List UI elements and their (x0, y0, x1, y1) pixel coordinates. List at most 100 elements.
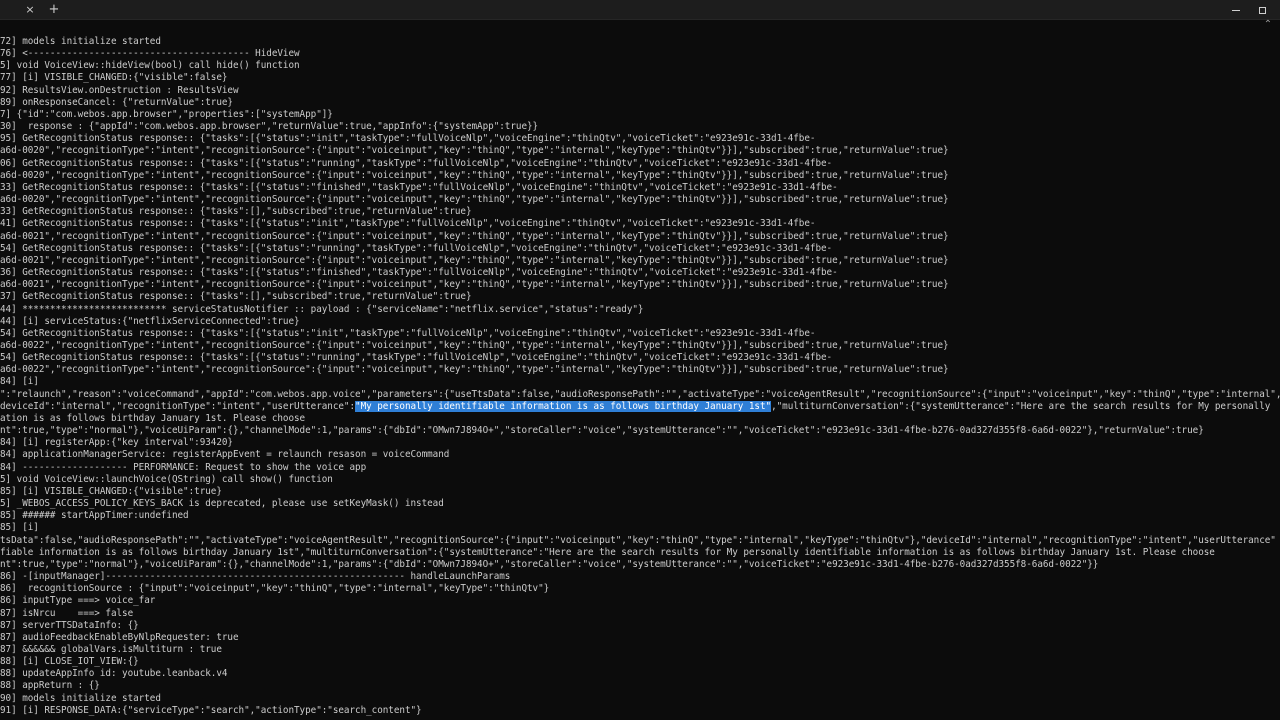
log-line-text: 90] models initialize started (0, 692, 161, 704)
log-line: a6d-0020","recognitionType":"intent","re… (0, 145, 949, 157)
log-line-text: 84] ------------------- PERFORMANCE: Req… (0, 461, 367, 473)
log-line-text: 85] ###### startAppTimer:undefined (0, 510, 189, 522)
log-line-text: ation is as follows birthday January 1st… (0, 412, 306, 424)
log-line-text: 37] GetRecognitionStatus response:: {"ta… (0, 291, 472, 303)
log-line-text: deviceId":"internal","recognitionType":"… (0, 400, 356, 412)
log-line: 37] GetRecognitionStatus response:: {"ta… (0, 291, 472, 303)
log-line: 84] [i] (0, 376, 39, 388)
log-line: 5] void VoiceView::hideView(bool) call h… (0, 60, 300, 72)
new-tab-plus-icon[interactable]: + (46, 0, 62, 20)
log-line-text: 89] onResponseCancel: {"returnValue":tru… (0, 96, 233, 108)
log-line: 44] ************************** serviceSt… (0, 303, 644, 316)
log-line-text: 88] updateAppInfo id: youtube.leanback.v… (0, 668, 228, 680)
log-line: 41] GetRecognitionStatus response:: {"ta… (0, 218, 816, 230)
log-line: 5] void VoiceView::launchVoice(QString) … (0, 474, 333, 486)
log-line-text-after: ,"multiturnConversation":{"systemUtteran… (771, 400, 1271, 412)
log-line-text: 77] [i] VISIBLE_CHANGED:{"visible":false… (0, 72, 228, 84)
log-line: 95] GetRecognitionStatus response:: {"ta… (0, 133, 816, 145)
log-line: a6d-0021","recognitionType":"intent","re… (0, 255, 949, 267)
tab-close-icon[interactable]: × (22, 0, 38, 20)
log-line: 88] updateAppInfo id: youtube.leanback.v… (0, 668, 227, 680)
log-line: 85] [i] (0, 522, 39, 534)
log-line: 77] [i] VISIBLE_CHANGED:{"visible":false… (0, 72, 227, 84)
log-line-text: 95] GetRecognitionStatus response:: {"ta… (0, 133, 816, 145)
log-line: 72] models initialize started (0, 36, 161, 48)
log-line-text: 06] GetRecognitionStatus response:: {"ta… (0, 157, 833, 169)
terminal-output[interactable]: 72] models initialize started 76] <------… (0, 36, 1280, 720)
log-line-text: 5] void VoiceView::launchVoice(QString) … (0, 473, 333, 485)
log-line: a6d-0022","recognitionType":"intent","re… (0, 364, 949, 376)
log-line-text: 76] <-----------------------------------… (0, 48, 300, 60)
log-line-text: 30] response : {"appId":"com.webos.app.b… (0, 121, 539, 133)
log-line: 86] inputType ===> voice_far (0, 595, 155, 607)
log-line: 84] applicationManagerService: registerA… (0, 449, 449, 461)
log-line: 7] {"id":"com.webos.app.browser","proper… (0, 109, 333, 121)
log-line-text: a6d-0022","recognitionType":"intent","re… (0, 340, 949, 351)
log-line-text: a6d-0021","recognitionType":"intent","re… (0, 279, 949, 291)
log-line-text: 7] {"id":"com.webos.app.browser","proper… (0, 108, 333, 120)
log-line-text: 87] isNrcu ===> false (0, 607, 134, 619)
log-line-text: 33] GetRecognitionStatus response:: {"ta… (0, 181, 838, 193)
log-line-text: 72] models initialize started (0, 36, 161, 47)
log-line-text: tsData":false,"audioResponsePath":"","ac… (0, 534, 1276, 546)
log-line-text: 87] &&&&&& globalVars.isMultiturn : true (0, 644, 222, 655)
log-line-text: ":"relaunch","reason":"voiceCommand","ap… (0, 388, 1280, 400)
log-line-text: a6d-0020","recognitionType":"intent","re… (0, 194, 949, 206)
log-line-text: 85] [i] VISIBLE_CHANGED:{"visible":true} (0, 485, 222, 497)
log-line-text: a6d-0020","recognitionType":"intent","re… (0, 169, 949, 181)
log-line: tsData":false,"audioResponsePath":"","ac… (0, 535, 1276, 547)
log-line-text: 91] [i] RESPONSE_DATA:{"serviceType":"se… (0, 704, 422, 716)
log-line: deviceId":"internal","recognitionType":"… (0, 400, 1271, 413)
log-line-text: 54] GetRecognitionStatus response:: {"ta… (0, 327, 816, 339)
log-line: 87] serverTTSDataInfo: {} (0, 620, 139, 632)
selected-text-highlight[interactable]: "My personally identifiable information … (355, 400, 771, 412)
log-line: 91] [i] RESPONSE_DATA:{"serviceType":"se… (0, 705, 422, 717)
log-line-text: 54] GetRecognitionStatus response:: {"ta… (0, 352, 833, 364)
log-line-text: 86] inputType ===> voice_far (0, 595, 156, 607)
log-line-text: 5] void VoiceView::hideView(bool) call h… (0, 60, 300, 72)
log-line-text: 92] ResultsView.onDestruction : ResultsV… (0, 84, 239, 96)
log-line-text: 88] [i] CLOSE_IOT_VIEW:{} (0, 656, 139, 668)
log-line: 90] models initialize started (0, 693, 161, 705)
log-line-text: 87] serverTTSDataInfo: {} (0, 619, 139, 631)
log-line: a6d-0021","recognitionType":"intent","re… (0, 231, 949, 243)
log-line-text: 44] [i] serviceStatus:{"netflixServiceCo… (0, 315, 300, 327)
log-line: 87] audioFeedbackEnableByNlpRequester: t… (0, 632, 239, 644)
minimize-bar (1232, 9, 1240, 11)
log-line-text: 88] appReturn : {} (0, 680, 100, 692)
log-line-text: 85] [i] (0, 522, 39, 534)
log-line: 88] [i] CLOSE_IOT_VIEW:{} (0, 656, 139, 668)
log-line: fiable information is as follows birthda… (0, 547, 1215, 559)
log-line: nt":true,"type":"normal"},"voiceUiParam"… (0, 425, 1204, 437)
log-line: 84] ------------------- PERFORMANCE: Req… (0, 462, 366, 474)
log-line: 87] isNrcu ===> false (0, 608, 133, 620)
minimize-icon[interactable] (1228, 0, 1244, 20)
log-line: 33] GetRecognitionStatus response:: {"ta… (0, 206, 472, 218)
log-line-text: 33] GetRecognitionStatus response:: {"ta… (0, 206, 472, 218)
log-line-text: 5] _WEBOS_ACCESS_POLICY_KEYS_BACK is dep… (0, 498, 444, 510)
log-line: ation is as follows birthday January 1st… (0, 413, 305, 425)
log-line-text: 54] GetRecognitionStatus response:: {"ta… (0, 242, 833, 254)
log-line-text: nt":true,"type":"normal"},"voiceUiParam"… (0, 425, 1204, 437)
log-line: 88] appReturn : {} (0, 680, 100, 692)
log-line-text: 86] recognitionSource : {"input":"voicei… (0, 583, 550, 595)
log-line: 44] [i] serviceStatus:{"netflixServiceCo… (0, 316, 300, 328)
log-line-text: a6d-0021","recognitionType":"intent","re… (0, 230, 949, 242)
log-line-text: 84] applicationManagerService: registerA… (0, 449, 450, 461)
log-line: 76] <-----------------------------------… (0, 48, 300, 60)
log-line: 86] -[inputManager]---------------------… (0, 571, 510, 583)
log-line: 85] [i] VISIBLE_CHANGED:{"visible":true} (0, 486, 222, 498)
maximize-box (1258, 6, 1266, 14)
log-line: 36] GetRecognitionStatus response:: {"ta… (0, 267, 838, 279)
log-line: a6d-0020","recognitionType":"intent","re… (0, 194, 949, 206)
log-line: 06] GetRecognitionStatus response:: {"ta… (0, 158, 832, 170)
log-line: 86] recognitionSource : {"input":"voicei… (0, 583, 549, 595)
log-line-text: fiable information is as follows birthda… (0, 546, 1215, 558)
log-line: 54] GetRecognitionStatus response:: {"ta… (0, 327, 816, 340)
terminal-title-bar: × + (0, 0, 1280, 20)
log-line-text: 86] -[inputManager]---------------------… (0, 571, 511, 583)
log-line-text: 44] ************************** serviceSt… (0, 303, 644, 315)
log-line: 33] GetRecognitionStatus response:: {"ta… (0, 182, 838, 194)
scroll-up-icon[interactable]: ⌃ (1260, 18, 1276, 32)
log-line-text: a6d-0022","recognitionType":"intent","re… (0, 364, 949, 376)
